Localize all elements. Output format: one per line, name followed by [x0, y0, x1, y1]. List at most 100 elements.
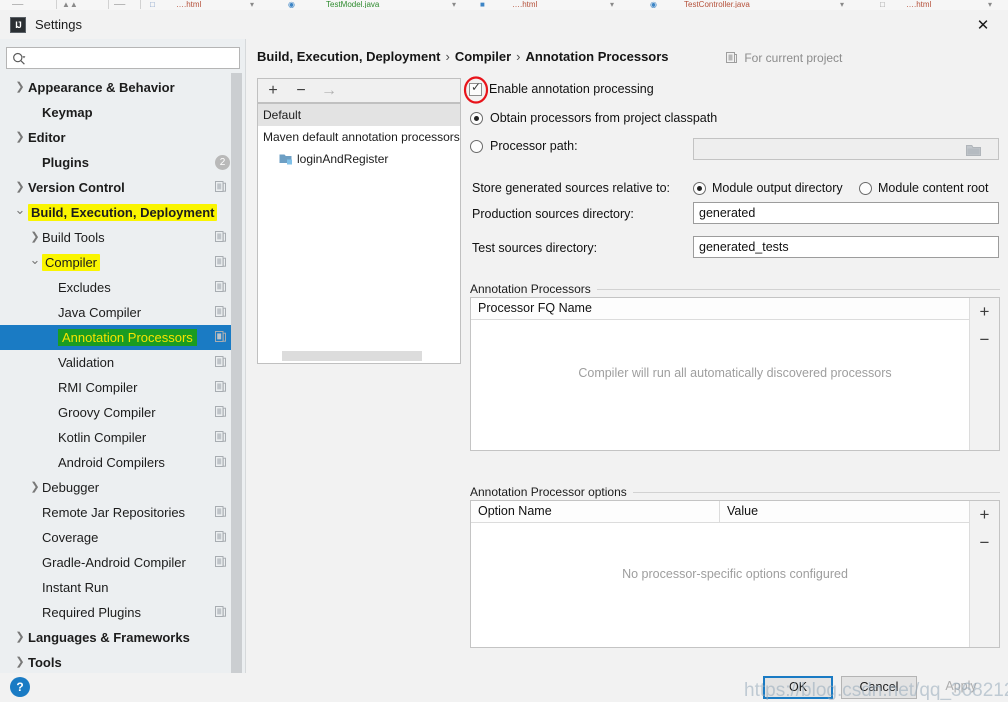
- module-config-icon: [215, 231, 226, 242]
- sidebar-item-compiler[interactable]: ⌄ Compiler: [0, 250, 238, 275]
- sidebar-item-editor[interactable]: ❯ Editor: [0, 125, 238, 150]
- chevron-right-icon[interactable]: ❯: [13, 625, 27, 650]
- profile-list-item-label: Maven default annotation processors prof…: [263, 130, 460, 144]
- module-config-icon: [215, 506, 226, 517]
- chevron-down-icon[interactable]: ⌄: [13, 200, 27, 225]
- sidebar-item-version-control[interactable]: ❯ Version Control: [0, 175, 238, 200]
- remove-option-button[interactable]: −: [970, 529, 999, 557]
- sidebar-item-required-plugins[interactable]: Required Plugins: [0, 600, 238, 625]
- sidebar-item-gradle-android-compiler[interactable]: Gradle-Android Compiler: [0, 550, 238, 575]
- add-option-button[interactable]: +: [970, 501, 999, 529]
- sidebar-item-groovy-compiler[interactable]: Groovy Compiler: [0, 400, 238, 425]
- breadcrumb-separator: ›: [445, 49, 450, 64]
- chevron-right-icon[interactable]: ❯: [13, 650, 27, 673]
- sidebar-item-label: Build, Execution, Deployment: [28, 200, 218, 225]
- settings-sidebar: ❯ Appearance & Behavior Keymap ❯ Editor Plugi…: [0, 39, 246, 673]
- sidebar-item-coverage[interactable]: Coverage: [0, 525, 238, 550]
- module-output-directory-label[interactable]: Module output directory: [712, 181, 843, 195]
- module-config-icon: [726, 52, 737, 63]
- search-box[interactable]: [6, 47, 240, 70]
- chevron-right-icon[interactable]: ❯: [13, 75, 27, 100]
- folder-icon: [966, 145, 981, 156]
- add-processor-button[interactable]: +: [970, 298, 999, 326]
- sidebar-item-validation[interactable]: Validation: [0, 350, 238, 375]
- sidebar-item-kotlin-compiler[interactable]: Kotlin Compiler: [0, 425, 238, 450]
- sidebar-item-build-execution-deployment[interactable]: ⌄ Build, Execution, Deployment: [0, 200, 238, 225]
- options-table[interactable]: Option Name Value No processor-specific …: [470, 500, 1000, 648]
- apply-button: Apply: [945, 679, 977, 693]
- sidebar-item-label: Android Compilers: [58, 455, 165, 470]
- profile-list-item[interactable]: Maven default annotation processors prof…: [258, 126, 460, 148]
- processors-column-fqname[interactable]: Processor FQ Name: [471, 298, 592, 319]
- close-icon[interactable]: ✕: [962, 14, 1004, 38]
- module-config-icon: [215, 456, 226, 467]
- profile-list-hscrollbar-thumb[interactable]: [282, 351, 422, 361]
- dialog-titlebar: IJ Settings ✕: [0, 10, 1008, 39]
- sidebar-item-java-compiler[interactable]: Java Compiler: [0, 300, 238, 325]
- module-config-icon: [215, 356, 226, 367]
- sidebar-item-languages-frameworks[interactable]: ❯ Languages & Frameworks: [0, 625, 238, 650]
- sidebar-item-tools[interactable]: ❯ Tools: [0, 650, 238, 673]
- remove-profile-button[interactable]: −: [288, 79, 314, 102]
- sidebar-item-instant-run[interactable]: Instant Run: [0, 575, 238, 600]
- production-sources-input[interactable]: [693, 202, 999, 224]
- enable-annotation-processing-label[interactable]: Enable annotation processing: [489, 82, 654, 96]
- add-profile-button[interactable]: +: [260, 79, 286, 102]
- chevron-right-icon[interactable]: ❯: [28, 225, 42, 250]
- sidebar-item-plugins[interactable]: Plugins 2: [0, 150, 238, 175]
- search-input[interactable]: [31, 48, 239, 70]
- checkmark-icon: ✓: [471, 80, 482, 94]
- profile-list-item[interactable]: loginAndRegister: [258, 148, 460, 170]
- sidebar-item-build-tools[interactable]: ❯ Build Tools: [0, 225, 238, 250]
- sidebar-item-appearance-behavior[interactable]: ❯ Appearance & Behavior: [0, 75, 238, 100]
- chevron-right-icon[interactable]: ❯: [13, 125, 27, 150]
- processor-path-radio[interactable]: [470, 140, 483, 153]
- enable-annotation-processing-checkbox[interactable]: ✓: [469, 80, 482, 96]
- profile-list[interactable]: Default Maven default annotation processo…: [257, 103, 461, 364]
- store-generated-label: Store generated sources relative to:: [472, 181, 671, 195]
- settings-tree[interactable]: ❯ Appearance & Behavior Keymap ❯ Editor Plugi…: [0, 75, 238, 673]
- module-content-root-label[interactable]: Module content root: [878, 181, 989, 195]
- processor-path-label[interactable]: Processor path:: [490, 139, 578, 153]
- options-column-name[interactable]: Option Name: [471, 501, 552, 522]
- for-current-project-label: For current project: [726, 51, 842, 65]
- breadcrumb: Build, Execution, Deployment › Compiler › An…: [257, 49, 669, 64]
- sidebar-item-keymap[interactable]: Keymap: [0, 100, 238, 125]
- sidebar-item-rmi-compiler[interactable]: RMI Compiler: [0, 375, 238, 400]
- sidebar-item-remote-jar-repositories[interactable]: Remote Jar Repositories: [0, 500, 238, 525]
- obtain-from-classpath-radio[interactable]: [470, 112, 483, 125]
- module-content-root-radio[interactable]: [859, 182, 872, 195]
- profile-list-item-label: Default: [263, 108, 302, 122]
- obtain-from-classpath-label[interactable]: Obtain processors from project classpath: [490, 111, 717, 125]
- sidebar-item-android-compilers[interactable]: Android Compilers: [0, 450, 238, 475]
- sidebar-item-label: Debugger: [42, 480, 100, 495]
- module-output-directory-radio[interactable]: [693, 182, 706, 195]
- remove-processor-button[interactable]: −: [970, 326, 999, 354]
- sidebar-item-annotation-processors[interactable]: Annotation Processors: [0, 325, 238, 350]
- options-column-value[interactable]: Value: [720, 501, 758, 522]
- profile-list-hscrollbar[interactable]: [270, 351, 460, 361]
- sidebar-scrollbar[interactable]: [231, 73, 242, 673]
- sidebar-item-label: Annotation Processors: [58, 325, 197, 350]
- sidebar-item-label: Kotlin Compiler: [58, 430, 147, 445]
- sidebar-scrollbar-thumb[interactable]: [231, 73, 242, 673]
- sidebar-item-excludes[interactable]: Excludes: [0, 275, 238, 300]
- module-config-icon: [215, 556, 226, 567]
- sidebar-item-label: Remote Jar Repositories: [42, 505, 186, 520]
- cancel-button[interactable]: Cancel: [841, 676, 917, 699]
- ok-button[interactable]: OK: [763, 676, 833, 699]
- module-config-icon: [215, 531, 226, 542]
- module-config-icon: [215, 281, 226, 292]
- chevron-right-icon[interactable]: ❯: [28, 475, 42, 500]
- chevron-right-icon[interactable]: ❯: [13, 175, 27, 200]
- test-sources-input[interactable]: [693, 236, 999, 258]
- module-config-icon: [215, 431, 226, 442]
- profile-list-item[interactable]: Default: [258, 104, 460, 126]
- processors-table[interactable]: Processor FQ Name Compiler will run all …: [470, 297, 1000, 451]
- sidebar-item-label: Version Control: [28, 180, 125, 195]
- module-config-icon: [215, 331, 226, 342]
- module-config-icon: [215, 406, 226, 417]
- settings-content-pane: Build, Execution, Deployment › Compiler › An…: [246, 39, 1008, 673]
- chevron-down-icon[interactable]: ⌄: [28, 250, 42, 275]
- sidebar-item-debugger[interactable]: ❯ Debugger: [0, 475, 238, 500]
